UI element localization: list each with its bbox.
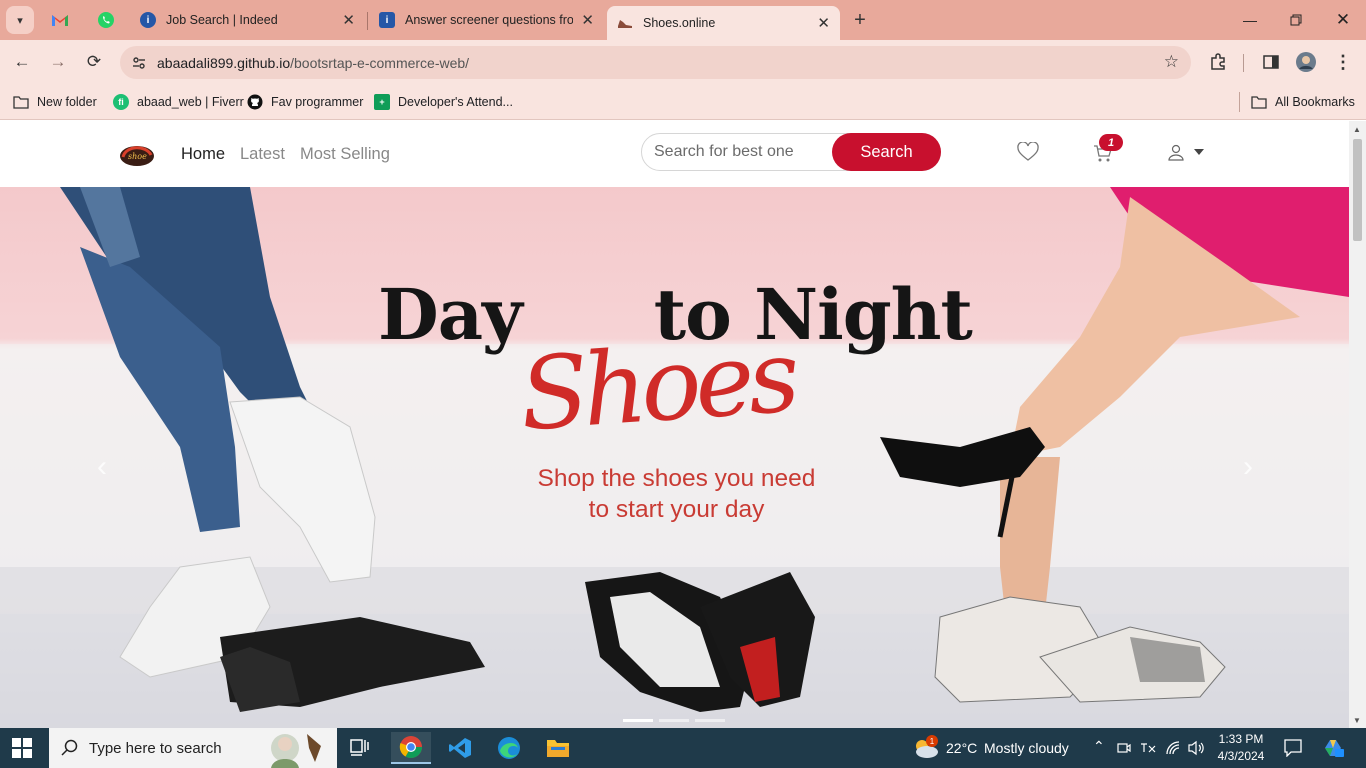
- carousel-indicator-2[interactable]: [659, 719, 689, 722]
- folder-icon: [1251, 94, 1267, 110]
- tab-title: Job Search | Indeed: [166, 13, 278, 27]
- file-explorer-taskbar-icon[interactable]: [538, 732, 578, 764]
- all-bookmarks-folder[interactable]: All Bookmarks: [1251, 92, 1355, 112]
- profile-avatar[interactable]: [1294, 50, 1318, 74]
- cart-count-badge: 1: [1099, 134, 1123, 151]
- gmail-icon: [52, 15, 68, 26]
- pinned-tab-whatsapp[interactable]: [94, 8, 118, 32]
- chevron-up-icon[interactable]: ⌃: [1093, 738, 1105, 755]
- site-settings-icon[interactable]: [128, 52, 150, 74]
- user-icon[interactable]: [1168, 144, 1184, 161]
- tab-title: Shoes.online: [643, 16, 716, 30]
- back-arrow-icon[interactable]: ←: [9, 49, 35, 75]
- whatsapp-icon: [98, 12, 114, 28]
- extensions-icon[interactable]: [1206, 50, 1230, 74]
- bookmark-new-folder[interactable]: New folder: [13, 92, 97, 112]
- indeed-icon: i: [379, 12, 395, 28]
- carousel-indicator-1[interactable]: [623, 719, 653, 722]
- nav-most-selling[interactable]: Most Selling: [300, 145, 390, 164]
- close-tab-icon[interactable]: ✕: [342, 11, 355, 29]
- forward-arrow-icon[interactable]: →: [45, 49, 71, 75]
- hero-carousel: Day to Night Shoes Shop the shoes you nee…: [0, 187, 1349, 728]
- carousel-indicators: [623, 719, 725, 722]
- close-tab-icon[interactable]: ✕: [581, 11, 594, 29]
- tab-title: Answer screener questions from: [405, 13, 574, 27]
- new-tab-button[interactable]: +: [848, 8, 872, 32]
- tab-search-menu-button[interactable]: ▾: [6, 6, 34, 34]
- tab-strip: ▾ i Job Search | Indeed ✕ i Answer scree…: [0, 0, 1366, 40]
- windows-taskbar: Type here to search 1 22°C Mostly cloudy…: [0, 728, 1366, 768]
- folder-icon: [13, 94, 29, 110]
- bookmark-github[interactable]: Fav programmer: [247, 92, 363, 112]
- volume-icon[interactable]: [1188, 740, 1206, 756]
- sheets-icon: +: [374, 94, 390, 110]
- indeed-icon: i: [140, 12, 156, 28]
- scroll-down-arrow-icon[interactable]: ▼: [1353, 716, 1361, 725]
- search-icon: [61, 739, 78, 756]
- carousel-next-icon[interactable]: ›: [1236, 450, 1260, 483]
- bookmark-star-icon[interactable]: ☆: [1164, 52, 1179, 72]
- github-icon: [247, 94, 263, 110]
- nav-latest[interactable]: Latest: [240, 145, 285, 164]
- carousel-prev-icon[interactable]: ‹: [90, 450, 114, 483]
- url-text: abaadali899.github.io/bootsrtap-e-commer…: [157, 55, 470, 71]
- notifications-icon[interactable]: [1284, 739, 1302, 757]
- svg-text:shoe: shoe: [128, 152, 147, 161]
- bookmarks-bar: New folder fi abaad_web | Fiverr Fav pro…: [0, 85, 1366, 120]
- close-tab-icon[interactable]: ✕: [817, 14, 830, 32]
- vscode-taskbar-icon[interactable]: [440, 732, 480, 764]
- search-form: Search: [641, 133, 941, 171]
- restore-icon[interactable]: [1284, 8, 1308, 32]
- taskbar-search-box[interactable]: Type here to search: [49, 728, 337, 768]
- weather-temperature[interactable]: 22°C: [946, 740, 977, 756]
- page-scrollbar[interactable]: ▲ ▼: [1349, 121, 1366, 728]
- close-window-icon[interactable]: ✕: [1331, 8, 1355, 32]
- bookmark-developers-attend[interactable]: + Developer's Attend...: [374, 92, 513, 112]
- task-view-icon[interactable]: [340, 732, 380, 764]
- wifi-icon[interactable]: [1165, 740, 1181, 756]
- windows-start-icon[interactable]: [12, 738, 32, 758]
- brand-logo[interactable]: shoe: [118, 139, 156, 169]
- scrollbar-thumb[interactable]: [1353, 139, 1362, 241]
- copilot-icon[interactable]: [1322, 738, 1344, 758]
- tab-indeed-job-search[interactable]: i Job Search | Indeed ✕: [130, 6, 365, 34]
- shoe-icon: [617, 15, 633, 31]
- nav-home[interactable]: Home: [181, 145, 225, 164]
- search-input[interactable]: [654, 143, 834, 161]
- hero-subtitle: Shop the shoes you need to start your da…: [537, 465, 816, 523]
- minimize-icon[interactable]: —: [1238, 8, 1262, 32]
- site-navbar: shoe Home Latest Most Selling Search 1: [0, 121, 1349, 187]
- pinned-tab-gmail[interactable]: [48, 8, 72, 32]
- browser-toolbar: ← → ⟳ abaadali899.github.io/bootsrtap-e-…: [0, 40, 1366, 85]
- side-panel-icon[interactable]: [1259, 50, 1283, 74]
- user-dropdown-caret-icon[interactable]: [1194, 149, 1204, 155]
- meet-now-icon[interactable]: [1117, 741, 1131, 755]
- heart-icon[interactable]: [1017, 142, 1039, 162]
- hero-script-title: Shoes: [516, 317, 798, 454]
- system-clock[interactable]: 1:33 PM 4/3/2024: [1212, 731, 1270, 765]
- reload-icon[interactable]: ⟳: [81, 49, 107, 75]
- search-button[interactable]: Search: [832, 133, 941, 171]
- chrome-taskbar-icon[interactable]: [391, 732, 431, 764]
- address-bar[interactable]: abaadali899.github.io/bootsrtap-e-commer…: [120, 46, 1191, 79]
- input-method-icon[interactable]: [1140, 741, 1156, 755]
- weather-badge: 1: [926, 735, 938, 747]
- carousel-indicator-3[interactable]: [695, 719, 725, 722]
- scroll-up-arrow-icon[interactable]: ▲: [1353, 125, 1361, 134]
- weather-description[interactable]: Mostly cloudy: [984, 740, 1069, 756]
- edge-taskbar-icon[interactable]: [489, 732, 529, 764]
- search-highlight-image: [271, 734, 321, 768]
- page-viewport: shoe Home Latest Most Selling Search 1: [0, 121, 1349, 728]
- tab-indeed-screener[interactable]: i Answer screener questions from ✕: [369, 6, 604, 34]
- hero-shoes-photo: [0, 187, 1349, 728]
- bookmark-fiverr[interactable]: fi abaad_web | Fiverr: [113, 92, 244, 112]
- tab-shoes-online[interactable]: Shoes.online ✕: [607, 6, 840, 40]
- fiverr-icon: fi: [113, 94, 129, 110]
- chrome-menu-icon[interactable]: ⋮: [1331, 50, 1355, 74]
